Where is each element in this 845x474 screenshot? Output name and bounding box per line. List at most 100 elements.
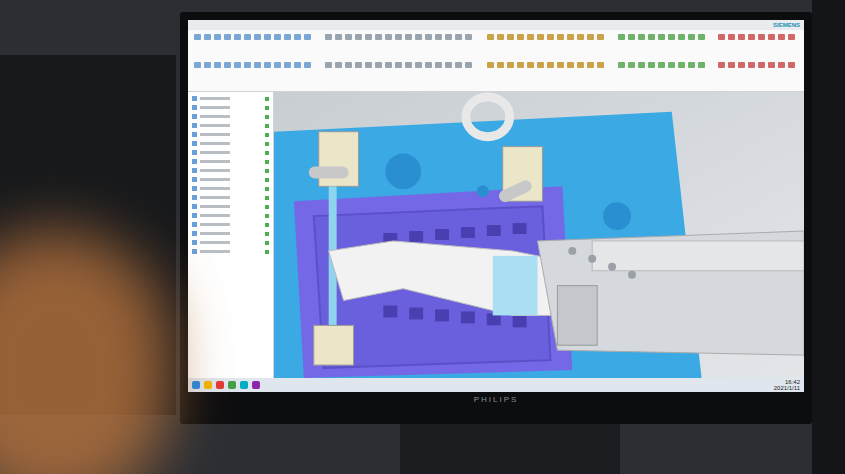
tool-icon[interactable]	[688, 34, 695, 40]
tool-icon[interactable]	[567, 62, 574, 68]
taskbar-app-icon[interactable]	[240, 381, 248, 389]
tree-row[interactable]	[192, 132, 269, 137]
tool-icon[interactable]	[294, 62, 301, 68]
tool-icon[interactable]	[405, 34, 412, 40]
tool-icon[interactable]	[577, 62, 584, 68]
tool-icon[interactable]	[658, 62, 665, 68]
tool-icon[interactable]	[517, 34, 524, 40]
tool-icon[interactable]	[788, 62, 795, 68]
tool-icon[interactable]	[244, 34, 251, 40]
tool-icon[interactable]	[758, 34, 765, 40]
tool-icon[interactable]	[204, 34, 211, 40]
tool-icon[interactable]	[304, 62, 311, 68]
tool-icon[interactable]	[527, 62, 534, 68]
tool-icon[interactable]	[738, 34, 745, 40]
tool-icon[interactable]	[537, 62, 544, 68]
tool-icon[interactable]	[718, 62, 725, 68]
tool-icon[interactable]	[778, 34, 785, 40]
tool-icon[interactable]	[284, 62, 291, 68]
tool-icon[interactable]	[577, 34, 584, 40]
tool-icon[interactable]	[768, 34, 775, 40]
tool-icon[interactable]	[658, 34, 665, 40]
tool-icon[interactable]	[748, 62, 755, 68]
tool-icon[interactable]	[345, 62, 352, 68]
tool-icon[interactable]	[234, 34, 241, 40]
taskbar-app-icon[interactable]	[216, 381, 224, 389]
tool-icon[interactable]	[788, 34, 795, 40]
tool-icon[interactable]	[375, 62, 382, 68]
tool-icon[interactable]	[425, 62, 432, 68]
tool-icon[interactable]	[264, 34, 271, 40]
tool-icon[interactable]	[365, 62, 372, 68]
tool-icon[interactable]	[638, 34, 645, 40]
tree-row[interactable]	[192, 213, 269, 218]
tool-icon[interactable]	[435, 34, 442, 40]
tree-row[interactable]	[192, 150, 269, 155]
tree-row[interactable]	[192, 195, 269, 200]
tool-icon[interactable]	[294, 34, 301, 40]
tool-icon[interactable]	[698, 62, 705, 68]
tool-icon[interactable]	[668, 34, 675, 40]
tool-icon[interactable]	[194, 34, 201, 40]
tool-icon[interactable]	[455, 34, 462, 40]
tool-icon[interactable]	[487, 34, 494, 40]
taskbar-app-icon[interactable]	[204, 381, 212, 389]
tool-icon[interactable]	[587, 34, 594, 40]
tool-icon[interactable]	[465, 34, 472, 40]
tool-icon[interactable]	[758, 62, 765, 68]
tree-row[interactable]	[192, 204, 269, 209]
graphics-window[interactable]	[274, 92, 804, 378]
tool-icon[interactable]	[668, 62, 675, 68]
tool-icon[interactable]	[365, 34, 372, 40]
tool-icon[interactable]	[325, 62, 332, 68]
tool-icon[interactable]	[547, 62, 554, 68]
tool-icon[interactable]	[527, 34, 534, 40]
taskbar-app-icon[interactable]	[192, 381, 200, 389]
tool-icon[interactable]	[335, 62, 342, 68]
tree-row[interactable]	[192, 159, 269, 164]
tool-icon[interactable]	[638, 62, 645, 68]
tool-icon[interactable]	[618, 34, 625, 40]
tool-icon[interactable]	[487, 62, 494, 68]
tool-icon[interactable]	[698, 34, 705, 40]
tree-row[interactable]	[192, 141, 269, 146]
tool-icon[interactable]	[748, 34, 755, 40]
tool-icon[interactable]	[557, 34, 564, 40]
tool-icon[interactable]	[728, 34, 735, 40]
tool-icon[interactable]	[738, 62, 745, 68]
tool-icon[interactable]	[445, 62, 452, 68]
tool-icon[interactable]	[385, 34, 392, 40]
tool-icon[interactable]	[234, 62, 241, 68]
tree-row[interactable]	[192, 222, 269, 227]
tool-icon[interactable]	[435, 62, 442, 68]
tool-icon[interactable]	[355, 62, 362, 68]
tool-icon[interactable]	[224, 62, 231, 68]
tree-row[interactable]	[192, 105, 269, 110]
tool-icon[interactable]	[355, 34, 362, 40]
tool-icon[interactable]	[718, 34, 725, 40]
tool-icon[interactable]	[678, 34, 685, 40]
tool-icon[interactable]	[567, 34, 574, 40]
tree-row[interactable]	[192, 168, 269, 173]
tool-icon[interactable]	[587, 62, 594, 68]
tool-icon[interactable]	[395, 62, 402, 68]
tool-icon[interactable]	[618, 62, 625, 68]
tool-icon[interactable]	[557, 62, 564, 68]
tool-icon[interactable]	[395, 34, 402, 40]
tool-icon[interactable]	[405, 62, 412, 68]
cad-model-icon[interactable]	[274, 92, 804, 378]
tool-icon[interactable]	[415, 62, 422, 68]
tool-icon[interactable]	[597, 34, 604, 40]
tool-icon[interactable]	[455, 62, 462, 68]
tool-icon[interactable]	[214, 34, 221, 40]
tool-icon[interactable]	[768, 62, 775, 68]
tree-row[interactable]	[192, 240, 269, 245]
tool-icon[interactable]	[415, 34, 422, 40]
tool-icon[interactable]	[214, 62, 221, 68]
tool-icon[interactable]	[648, 34, 655, 40]
taskbar-app-icon[interactable]	[252, 381, 260, 389]
tree-row[interactable]	[192, 231, 269, 236]
tool-icon[interactable]	[244, 62, 251, 68]
tool-icon[interactable]	[537, 34, 544, 40]
tool-icon[interactable]	[648, 62, 655, 68]
